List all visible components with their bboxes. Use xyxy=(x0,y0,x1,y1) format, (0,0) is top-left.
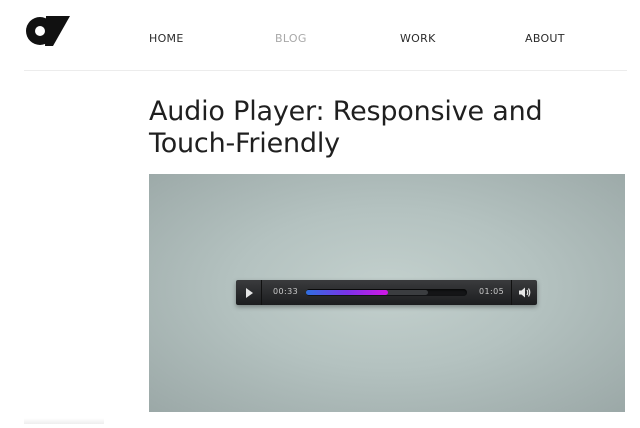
progress-bar xyxy=(306,290,389,295)
total-time: 01:05 xyxy=(479,287,505,296)
nav-item-home[interactable]: HOME xyxy=(149,32,184,45)
player-demo-stage: 00:33 01:05 xyxy=(149,174,625,412)
play-icon xyxy=(246,288,253,298)
current-time: 00:33 xyxy=(273,287,299,296)
nav-item-blog[interactable]: BLOG xyxy=(275,32,307,45)
main-nav: HOME BLOG WORK ABOUT xyxy=(0,32,640,48)
footer-fade xyxy=(24,418,104,424)
audio-player: 00:33 01:05 xyxy=(236,280,537,305)
header-divider xyxy=(24,70,627,71)
play-button[interactable] xyxy=(236,280,262,305)
nav-item-work[interactable]: WORK xyxy=(400,32,436,45)
page-title: Audio Player: Responsive and Touch-Frien… xyxy=(149,96,543,159)
nav-item-about[interactable]: ABOUT xyxy=(525,32,565,45)
volume-button[interactable] xyxy=(511,280,537,305)
progress-track[interactable] xyxy=(306,289,467,296)
speaker-volume-icon xyxy=(519,287,531,298)
